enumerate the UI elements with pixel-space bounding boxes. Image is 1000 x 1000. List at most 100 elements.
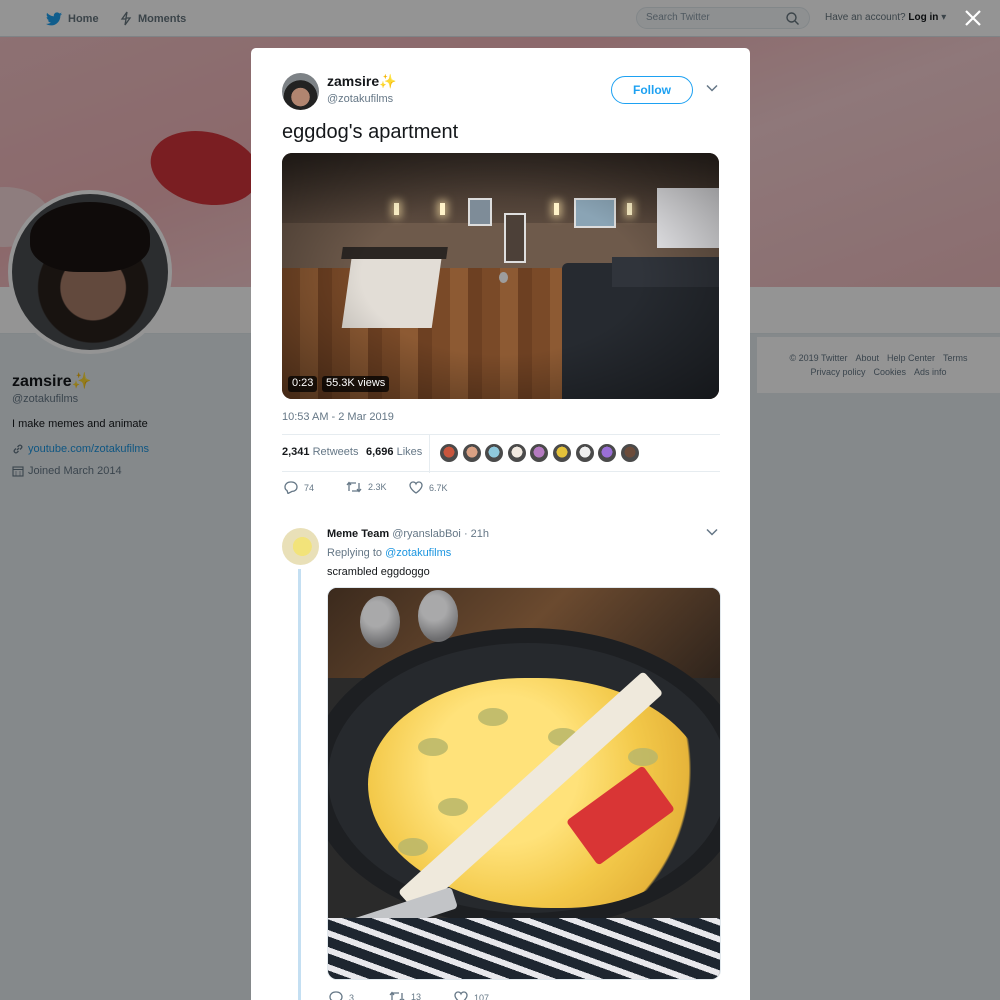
nav-home-label: Home xyxy=(68,12,99,25)
video-views: 55.3K views xyxy=(322,376,390,392)
egg-dog-face xyxy=(478,708,508,726)
retweets-label: Retweets xyxy=(312,446,359,458)
tweet-video[interactable]: 0:23 55.3K views xyxy=(282,153,719,399)
reply-reply-count: 3 xyxy=(349,992,355,1000)
footer-about[interactable]: About xyxy=(855,353,879,363)
search-input[interactable]: Search Twitter xyxy=(636,7,810,29)
liker-avatar[interactable] xyxy=(439,443,459,463)
chevron-down-icon[interactable] xyxy=(706,528,718,536)
liker-avatar[interactable] xyxy=(619,443,640,463)
footer-copyright: © 2019 Twitter xyxy=(789,353,848,363)
retweets-count: 2,341 xyxy=(282,446,310,458)
profile-name: zamsire✨ xyxy=(12,373,92,390)
footer-cookies[interactable]: Cookies xyxy=(873,367,906,377)
nav-moments-label: Moments xyxy=(138,12,187,25)
like-button[interactable]: 6.7K xyxy=(409,481,448,494)
retweet-button[interactable]: 2.3K xyxy=(346,481,387,493)
reply-icon xyxy=(329,991,343,1000)
author-handle[interactable]: @zotakufilms xyxy=(327,93,393,105)
login-link[interactable]: Log in xyxy=(908,12,938,23)
banner-decoration xyxy=(143,121,267,215)
retweet-count: 2.3K xyxy=(368,482,387,492)
search-icon[interactable] xyxy=(786,12,799,25)
reply-like-count: 107 xyxy=(474,992,490,1000)
liker-avatar[interactable] xyxy=(574,443,595,463)
link-icon xyxy=(13,444,23,454)
tweet-modal: zamsire✨ @zotakufilms Follow eggdog's ap… xyxy=(251,48,750,1000)
search-placeholder: Search Twitter xyxy=(646,12,710,23)
footer-terms[interactable]: Terms xyxy=(943,353,968,363)
photo-scene xyxy=(328,918,720,979)
reply-count: 74 xyxy=(304,482,315,493)
like-count: 6.7K xyxy=(429,482,448,493)
video-vignette xyxy=(282,153,719,399)
reply-reply-button[interactable]: 3 xyxy=(329,991,354,1000)
footer-help-center[interactable]: Help Center xyxy=(887,353,935,363)
reply-retweet-button[interactable]: 13 xyxy=(389,991,421,1000)
follow-button[interactable]: Follow xyxy=(611,76,693,104)
tweet-stats: 2,341 Retweets 6,696 Likes xyxy=(282,434,720,473)
egg-dog-face xyxy=(398,838,428,856)
profile-handle: @zotakufilms xyxy=(12,393,79,405)
egg-dog-face xyxy=(418,738,448,756)
liker-avatar[interactable] xyxy=(461,443,482,463)
chevron-down-icon: ▾ xyxy=(941,12,947,23)
nav-home[interactable]: Home xyxy=(46,0,99,37)
lightning-icon xyxy=(120,11,132,26)
likes-label: Likes xyxy=(396,446,423,458)
have-account-text: Have an account? xyxy=(825,12,906,23)
profile-bio: I make memes and animate xyxy=(12,418,148,430)
eggdog-figure xyxy=(360,596,400,648)
author-name[interactable]: zamsire✨ xyxy=(327,73,397,90)
reply-retweet-count: 13 xyxy=(411,992,422,1000)
egg-dog-face xyxy=(438,798,468,816)
liker-avatar[interactable] xyxy=(506,443,527,463)
profile-website[interactable]: youtube.com/zotakufilms xyxy=(12,443,149,455)
top-navigation: Home Moments Search Twitter Have an acco… xyxy=(0,0,1000,37)
close-icon[interactable] xyxy=(963,8,983,28)
reply-text: scrambled eggdoggo xyxy=(327,566,430,578)
retweet-icon xyxy=(389,991,405,1000)
reply-like-button[interactable]: 107 xyxy=(454,991,489,1000)
egg-dog-face xyxy=(628,748,658,766)
profile-joined: Joined March 2014 xyxy=(12,465,122,477)
replying-to: Replying to @zotakufilms xyxy=(327,547,451,559)
chevron-down-icon[interactable] xyxy=(706,84,718,92)
login-menu[interactable]: Have an account? Log in ▾ xyxy=(825,12,946,23)
profile-joined-date: Joined March 2014 xyxy=(28,465,122,477)
reply-header: Meme Team @ryanslabBoi · 21h xyxy=(327,528,489,540)
likes-count: 6,696 xyxy=(366,446,394,458)
thread-line xyxy=(298,569,301,1000)
liker-avatar[interactable] xyxy=(484,443,505,463)
heart-icon xyxy=(454,991,468,1000)
divider xyxy=(429,435,430,473)
reply-button[interactable]: 74 xyxy=(284,481,314,494)
reply-author-name[interactable]: Meme Team xyxy=(327,528,389,540)
profile-avatar[interactable] xyxy=(8,190,172,354)
tweet-timestamp[interactable]: 10:53 AM - 2 Mar 2019 xyxy=(282,411,394,423)
replying-to-prefix: Replying to xyxy=(327,547,383,559)
twitter-bird-icon xyxy=(46,11,62,25)
liker-avatar[interactable] xyxy=(552,443,572,463)
tweet-text: eggdog's apartment xyxy=(282,121,459,143)
heart-icon xyxy=(409,481,423,494)
replying-to-handle[interactable]: @zotakufilms xyxy=(385,547,451,559)
site-footer: © 2019 Twitter About Help Center Terms Priv… xyxy=(757,337,1000,393)
footer-privacy[interactable]: Privacy policy xyxy=(810,367,865,377)
footer-ads-info[interactable]: Ads info xyxy=(914,367,947,377)
eggdog-figure xyxy=(418,590,458,642)
reply-time[interactable]: · 21h xyxy=(464,528,489,540)
likes-stat[interactable]: 6,696 Likes xyxy=(366,446,422,458)
reply-author-handle[interactable]: @ryanslabBoi xyxy=(392,528,461,540)
liker-avatar[interactable] xyxy=(529,443,550,463)
author-avatar[interactable] xyxy=(282,73,319,110)
calendar-icon xyxy=(12,466,24,477)
profile-avatar-image xyxy=(12,194,168,350)
nav-moments[interactable]: Moments xyxy=(120,0,186,37)
reply-icon xyxy=(284,481,298,494)
reply-author-avatar[interactable] xyxy=(282,528,319,565)
liker-avatar[interactable] xyxy=(597,443,618,463)
profile-website-url[interactable]: youtube.com/zotakufilms xyxy=(28,443,149,455)
retweets-stat[interactable]: 2,341 Retweets xyxy=(282,446,358,458)
reply-photo[interactable] xyxy=(327,587,721,980)
